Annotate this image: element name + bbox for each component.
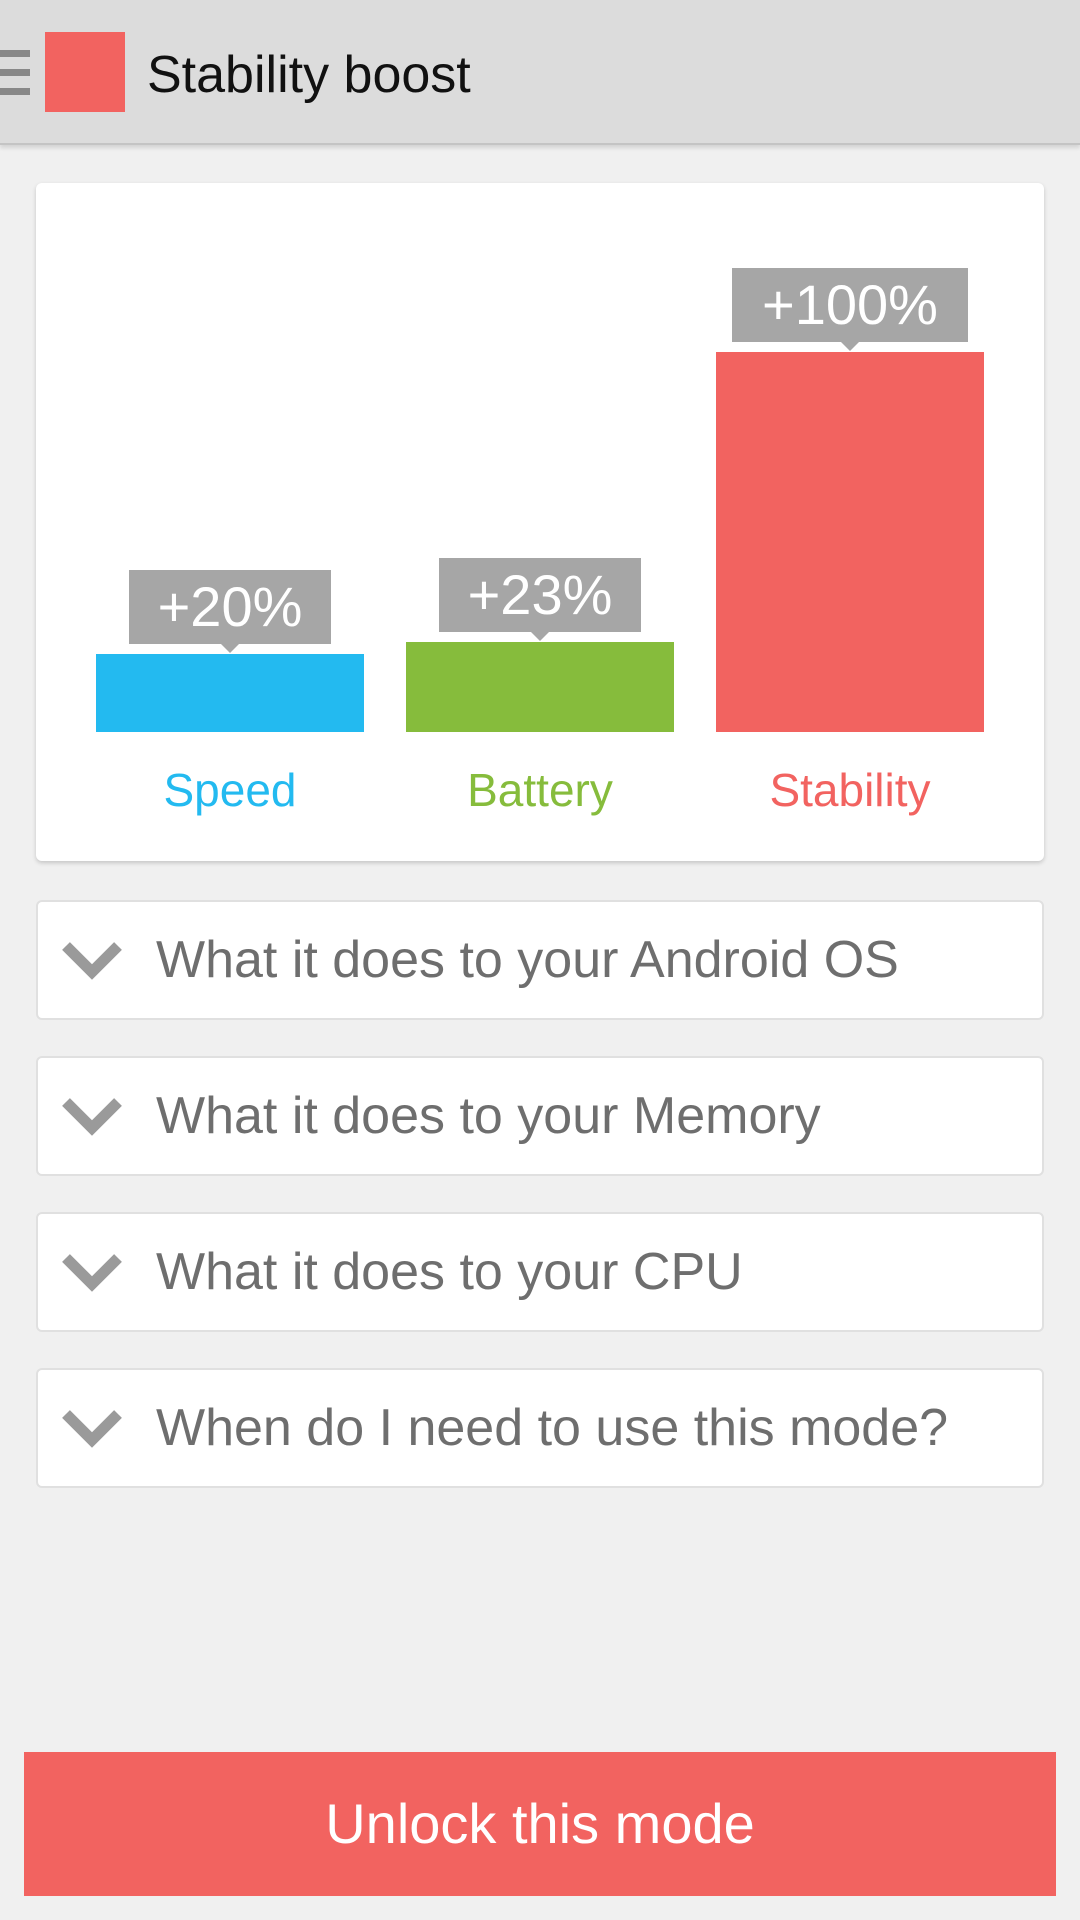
app-bar: Stability boost <box>0 0 1080 145</box>
faq-question: What it does to your Memory <box>156 1087 821 1145</box>
faq-item-memory[interactable]: What it does to your Memory <box>36 1056 1044 1176</box>
category-label-battery: Battery <box>467 764 613 816</box>
chevron-down-icon <box>62 1410 122 1448</box>
chart-bar-stability <box>716 352 984 732</box>
chevron-down-icon <box>62 1254 122 1292</box>
faq-question: What it does to your CPU <box>156 1243 743 1301</box>
faq-item-when-to-use[interactable]: When do I need to use this mode? <box>36 1368 1044 1488</box>
faq-item-android-os[interactable]: What it does to your Android OS <box>36 900 1044 1020</box>
page-title: Stability boost <box>147 46 471 104</box>
category-label-stability: Stability <box>769 764 931 816</box>
boost-chart-card: +20% Speed +23% Battery +100% Stability <box>36 183 1044 861</box>
hamburger-menu-icon[interactable] <box>0 50 30 96</box>
chevron-down-icon <box>62 942 122 980</box>
faq-item-cpu[interactable]: What it does to your CPU <box>36 1212 1044 1332</box>
category-label-speed: Speed <box>163 764 297 816</box>
chart-bar-speed <box>96 654 364 732</box>
data-label-stability: +100% <box>732 268 968 351</box>
unlock-mode-button[interactable]: Unlock this mode <box>24 1752 1056 1896</box>
chevron-down-icon <box>62 1098 122 1136</box>
mode-color-icon[interactable] <box>45 32 125 112</box>
faq-question: When do I need to use this mode? <box>156 1399 949 1457</box>
faq-question: What it does to your Android OS <box>156 931 899 989</box>
data-label-battery: +23% <box>439 558 641 641</box>
chart-bar-battery <box>406 642 674 732</box>
data-label-speed: +20% <box>129 570 331 653</box>
